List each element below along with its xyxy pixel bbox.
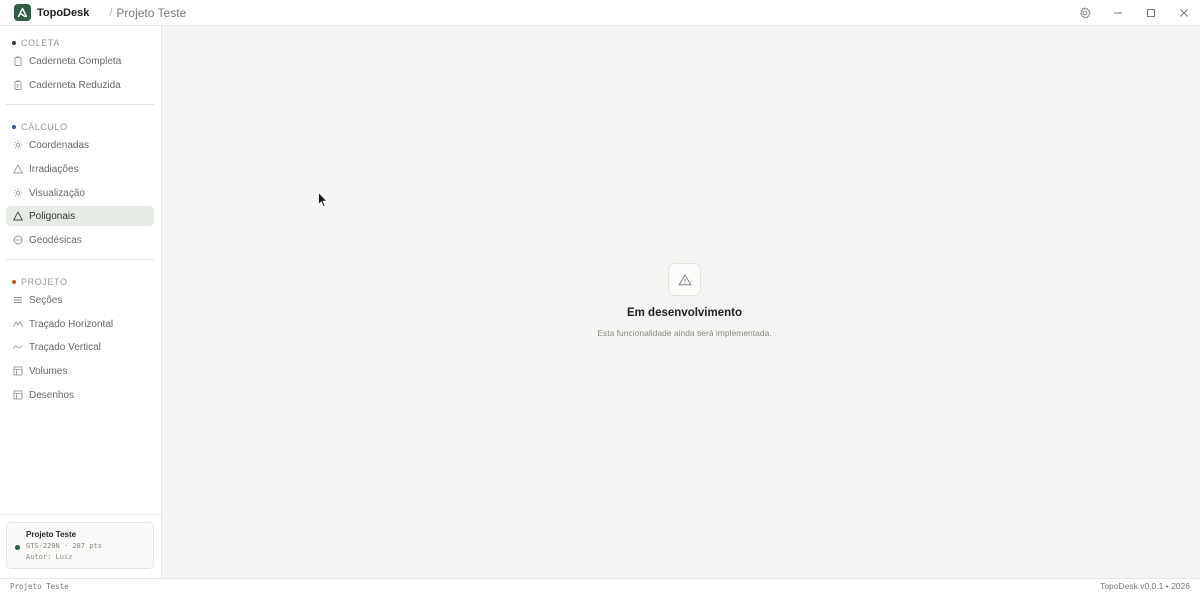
section-divider bbox=[6, 104, 154, 105]
sidebar-footer-divider bbox=[0, 514, 161, 515]
sidebar-item-label: Poligonais bbox=[29, 210, 76, 222]
empty-state-title: Em desenvolvimento bbox=[626, 307, 743, 319]
warning-icon bbox=[678, 273, 691, 285]
sidebar-item-label: Caderneta Completa bbox=[29, 55, 122, 67]
app-logo-icon bbox=[14, 4, 31, 21]
sidebar-item-label: Coordenadas bbox=[29, 139, 90, 151]
sidebar-item-label: Volumes bbox=[29, 365, 68, 377]
status-project-name: Projeto Teste bbox=[10, 582, 69, 591]
wave-icon bbox=[12, 342, 23, 353]
mountain-icon bbox=[12, 319, 23, 330]
sidebar-item-caderneta-reduzida[interactable]: Caderneta Reduzida bbox=[6, 75, 154, 95]
globe-icon bbox=[12, 235, 23, 246]
close-button[interactable] bbox=[1167, 0, 1200, 26]
sidebar-item-geodesicas[interactable]: Geodésicas bbox=[6, 230, 154, 250]
status-version: TopoDesk v0.0.1 • 2026 bbox=[1100, 581, 1190, 591]
main-content: Em desenvolvimento Esta funcionalidade a… bbox=[162, 26, 1200, 578]
sidebar-item-label: Visualização bbox=[29, 187, 85, 199]
sidebar-item-label: Caderneta Reduzida bbox=[29, 79, 121, 91]
maximize-icon bbox=[1146, 9, 1155, 17]
project-info-card[interactable]: Projeto Teste GTS-229N · 287 pts Autor: … bbox=[6, 522, 154, 569]
breadcrumb-project-name[interactable]: Projeto Teste bbox=[116, 6, 186, 20]
section-label: CÁLCULO bbox=[21, 122, 68, 132]
section-dot bbox=[12, 125, 16, 129]
section-dot bbox=[12, 41, 16, 45]
sidebar-item-label: Seções bbox=[29, 294, 63, 306]
gear-icon bbox=[1079, 7, 1091, 19]
sidebar-item-label: Geodésicas bbox=[29, 234, 82, 246]
sidebar: COLETA Caderneta Completa Caderneta Redu… bbox=[0, 26, 162, 578]
sidebar-item-volumes[interactable]: Volumes bbox=[6, 361, 154, 381]
triangle-icon bbox=[12, 211, 23, 222]
project-status-dot bbox=[15, 545, 20, 550]
app-name: TopoDesk bbox=[37, 6, 90, 19]
sidebar-item-tracado-vertical[interactable]: Traçado Vertical bbox=[6, 337, 154, 357]
section-divider bbox=[6, 259, 154, 260]
table-icon bbox=[12, 366, 23, 377]
clipboard-icon bbox=[12, 56, 23, 67]
empty-state-icon-box bbox=[668, 263, 701, 296]
sidebar-item-desenhos[interactable]: Desenhos bbox=[6, 385, 154, 405]
window-controls bbox=[1068, 0, 1200, 26]
section-header-projeto: PROJETO bbox=[12, 277, 68, 287]
sidebar-item-label: Traçado Horizontal bbox=[29, 318, 114, 330]
section-header-coleta: COLETA bbox=[12, 38, 60, 48]
table-icon bbox=[12, 390, 23, 401]
sidebar-item-irradiacoes[interactable]: Irradiações bbox=[6, 159, 154, 179]
sun-icon bbox=[12, 140, 23, 151]
maximize-button[interactable] bbox=[1134, 0, 1167, 26]
sidebar-item-label: Irradiações bbox=[29, 163, 79, 175]
title-bar: TopoDesk / Projeto Teste bbox=[0, 0, 1200, 26]
status-bar: Projeto Teste TopoDesk v0.0.1 • 2026 bbox=[0, 578, 1200, 593]
sidebar-item-visualizacao[interactable]: Visualização bbox=[6, 183, 154, 203]
breadcrumb-separator: / bbox=[109, 6, 113, 19]
project-card-title: Projeto Teste bbox=[26, 530, 77, 539]
sidebar-item-label: Traçado Vertical bbox=[29, 341, 101, 353]
sidebar-item-coordenadas[interactable]: Coordenadas bbox=[6, 135, 154, 155]
minimize-icon bbox=[1113, 12, 1122, 14]
list-icon bbox=[12, 295, 23, 306]
sun-icon bbox=[12, 188, 23, 199]
sidebar-item-secoes[interactable]: Seções bbox=[6, 290, 154, 310]
empty-state-description: Esta funcionalidade ainda será implement… bbox=[597, 328, 772, 338]
sidebar-item-caderneta-completa[interactable]: Caderneta Completa bbox=[6, 51, 154, 71]
section-label: PROJETO bbox=[21, 277, 68, 287]
project-card-author: Autor: Luiz bbox=[26, 553, 73, 561]
minimize-button[interactable] bbox=[1101, 0, 1134, 26]
clipboard-icon bbox=[12, 80, 23, 91]
project-card-equipment: GTS-229N · 287 pts bbox=[26, 542, 102, 550]
triangle-icon bbox=[12, 164, 23, 175]
sidebar-item-tracado-horizontal[interactable]: Traçado Horizontal bbox=[6, 314, 154, 334]
sidebar-item-label: Desenhos bbox=[29, 389, 75, 401]
mouse-cursor-icon bbox=[318, 192, 328, 207]
settings-button[interactable] bbox=[1068, 0, 1101, 26]
section-label: COLETA bbox=[21, 38, 60, 48]
section-dot bbox=[12, 280, 16, 284]
sidebar-item-poligonais[interactable]: Poligonais bbox=[6, 206, 154, 226]
close-icon bbox=[1179, 9, 1188, 17]
section-header-calculo: CÁLCULO bbox=[12, 122, 68, 132]
